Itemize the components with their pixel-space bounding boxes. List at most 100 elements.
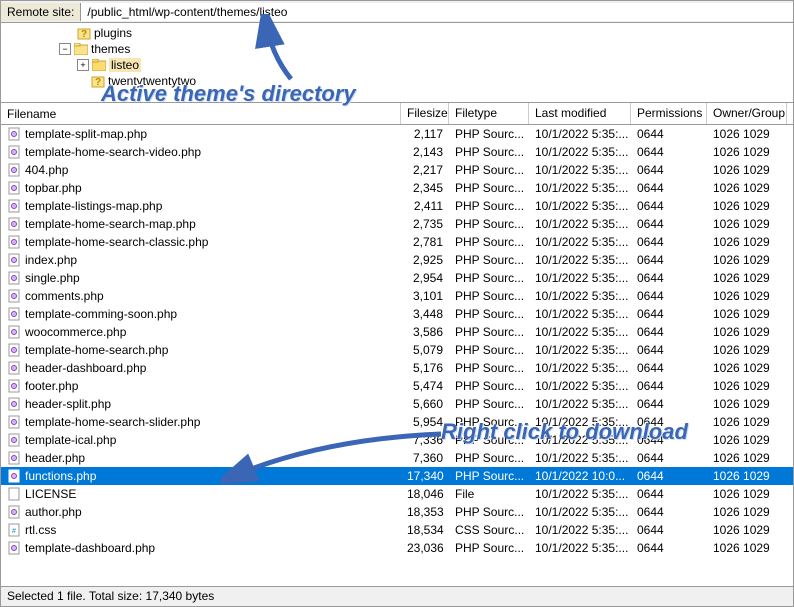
file-row[interactable]: template-home-search-slider.php5,954PHP … (1, 413, 793, 431)
file-row[interactable]: comments.php3,101PHP Sourc...10/1/2022 5… (1, 287, 793, 305)
file-row[interactable]: #rtl.css18,534CSS Sourc...10/1/2022 5:35… (1, 521, 793, 539)
col-permissions[interactable]: Permissions (631, 103, 707, 124)
file-type: PHP Sourc... (449, 451, 529, 465)
file-owner: 1026 1029 (707, 217, 787, 231)
file-size: 18,534 (401, 523, 449, 537)
file-type: PHP Sourc... (449, 361, 529, 375)
file-owner: 1026 1029 (707, 307, 787, 321)
file-name: template-home-search-video.php (25, 145, 201, 159)
php-file-icon (7, 253, 21, 267)
php-file-icon (7, 469, 21, 483)
file-permissions: 0644 (631, 361, 707, 375)
file-row[interactable]: template-ical.php7,336PHP Sourc...10/1/2… (1, 431, 793, 449)
file-row[interactable]: topbar.php2,345PHP Sourc...10/1/2022 5:3… (1, 179, 793, 197)
file-row[interactable]: footer.php5,474PHP Sourc...10/1/2022 5:3… (1, 377, 793, 395)
php-file-icon (7, 199, 21, 213)
php-file-icon (7, 379, 21, 393)
col-filesize[interactable]: Filesize (401, 103, 449, 124)
col-filetype[interactable]: Filetype (449, 103, 529, 124)
php-file-icon (7, 505, 21, 519)
file-row[interactable]: header.php 7,360PHP Sourc...10/1/2022 5:3… (1, 449, 793, 467)
file-size: 23,036 (401, 541, 449, 555)
file-type: PHP Sourc... (449, 343, 529, 357)
tree-item-listeo[interactable]: + listeo (41, 57, 793, 73)
file-name: index.php (25, 253, 77, 267)
file-permissions: 0644 (631, 379, 707, 393)
file-type: File (449, 487, 529, 501)
file-modified: 10/1/2022 5:35:... (529, 415, 631, 429)
expand-icon[interactable]: + (77, 59, 89, 71)
file-row[interactable]: template-dashboard.php23,036PHP Sourc...… (1, 539, 793, 557)
file-row[interactable]: template-home-search.php 5,079PHP Sourc..… (1, 341, 793, 359)
remote-path-input[interactable] (81, 3, 793, 21)
file-modified: 10/1/2022 5:35:... (529, 505, 631, 519)
file-row[interactable]: header-split.php5,660PHP Sourc...10/1/20… (1, 395, 793, 413)
file-type: PHP Sourc... (449, 199, 529, 213)
tree-item-plugins[interactable]: ? plugins (41, 25, 793, 41)
file-permissions: 0644 (631, 451, 707, 465)
file-row[interactable]: template-listings-map.php2,411PHP Sourc.… (1, 197, 793, 215)
file-row[interactable]: author.php18,353PHP Sourc...10/1/2022 5:… (1, 503, 793, 521)
file-size: 7,360 (401, 451, 449, 465)
svg-text:?: ? (81, 29, 87, 40)
tree-item-themes[interactable]: − themes (41, 41, 793, 57)
file-list-body[interactable]: template-split-map.php2,117PHP Sourc...1… (1, 125, 793, 565)
php-file-icon (7, 271, 21, 285)
file-permissions: 0644 (631, 487, 707, 501)
file-row[interactable]: template-home-search-video.php2,143PHP S… (1, 143, 793, 161)
svg-text:?: ? (95, 77, 101, 88)
file-row[interactable]: template-comming-soon.php3,448PHP Sourc.… (1, 305, 793, 323)
file-file-icon (7, 487, 21, 501)
file-owner: 1026 1029 (707, 181, 787, 195)
file-name: template-split-map.php (25, 127, 147, 141)
file-name: footer.php (25, 379, 78, 393)
file-owner: 1026 1029 (707, 127, 787, 141)
file-type: PHP Sourc... (449, 181, 529, 195)
file-row[interactable]: header-dashboard.php5,176PHP Sourc...10/… (1, 359, 793, 377)
php-file-icon (7, 361, 21, 375)
collapse-icon[interactable]: − (59, 43, 71, 55)
column-headers: Filename Filesize Filetype Last modified… (1, 103, 793, 125)
file-size: 5,079 (401, 343, 449, 357)
col-last-modified[interactable]: Last modified (529, 103, 631, 124)
file-permissions: 0644 (631, 505, 707, 519)
file-permissions: 0644 (631, 127, 707, 141)
file-owner: 1026 1029 (707, 487, 787, 501)
file-size: 2,217 (401, 163, 449, 177)
file-type: PHP Sourc... (449, 415, 529, 429)
file-modified: 10/1/2022 5:35:... (529, 487, 631, 501)
file-row[interactable]: index.php2,925PHP Sourc...10/1/2022 5:35… (1, 251, 793, 269)
file-size: 17,340 (401, 469, 449, 483)
file-row[interactable]: template-home-search-classic.php2,781PHP… (1, 233, 793, 251)
file-modified: 10/1/2022 5:35:... (529, 127, 631, 141)
file-modified: 10/1/2022 5:35:... (529, 361, 631, 375)
file-name: template-home-search.php (25, 343, 168, 357)
file-permissions: 0644 (631, 541, 707, 555)
col-filename[interactable]: Filename (1, 103, 401, 124)
file-modified: 10/1/2022 5:35:... (529, 199, 631, 213)
file-owner: 1026 1029 (707, 199, 787, 213)
file-owner: 1026 1029 (707, 379, 787, 393)
directory-tree[interactable]: ? plugins − themes + listeo ? twentytwen… (1, 23, 793, 103)
file-row[interactable]: LICENSE18,046File10/1/2022 5:35:...06441… (1, 485, 793, 503)
file-modified: 10/1/2022 5:35:... (529, 451, 631, 465)
file-name: header-split.php (25, 397, 111, 411)
file-owner: 1026 1029 (707, 505, 787, 519)
file-row[interactable]: 404.php2,217PHP Sourc...10/1/2022 5:35:.… (1, 161, 793, 179)
col-owner-group[interactable]: Owner/Group (707, 103, 787, 124)
tree-item-twentytwentytwo[interactable]: ? twentytwentytwo (41, 73, 793, 89)
file-row[interactable]: functions.php17,340PHP Sourc...10/1/2022… (1, 467, 793, 485)
php-file-icon (7, 127, 21, 141)
file-permissions: 0644 (631, 181, 707, 195)
file-row[interactable]: single.php2,954PHP Sourc...10/1/2022 5:3… (1, 269, 793, 287)
file-row[interactable]: template-home-search-map.php2,735PHP Sou… (1, 215, 793, 233)
file-name: LICENSE (25, 487, 76, 501)
unknown-folder-icon: ? (77, 26, 91, 40)
file-owner: 1026 1029 (707, 361, 787, 375)
file-owner: 1026 1029 (707, 289, 787, 303)
file-size: 2,411 (401, 199, 449, 213)
file-row[interactable]: template-split-map.php2,117PHP Sourc...1… (1, 125, 793, 143)
file-name: header.php (25, 451, 85, 465)
file-name: topbar.php (25, 181, 82, 195)
file-row[interactable]: woocommerce.php3,586PHP Sourc...10/1/202… (1, 323, 793, 341)
